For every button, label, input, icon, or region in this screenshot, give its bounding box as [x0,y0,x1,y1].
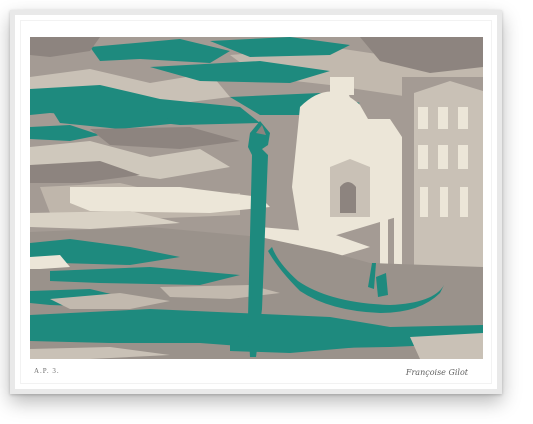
artwork-print [30,37,483,359]
venice-screenprint [30,37,483,359]
edition-mark: A.P. 3. [34,367,60,375]
mat: A.P. 3. Françoise Gilot [20,20,492,384]
artist-signature: Françoise Gilot [405,368,468,377]
picture-frame: A.P. 3. Françoise Gilot [10,10,502,394]
